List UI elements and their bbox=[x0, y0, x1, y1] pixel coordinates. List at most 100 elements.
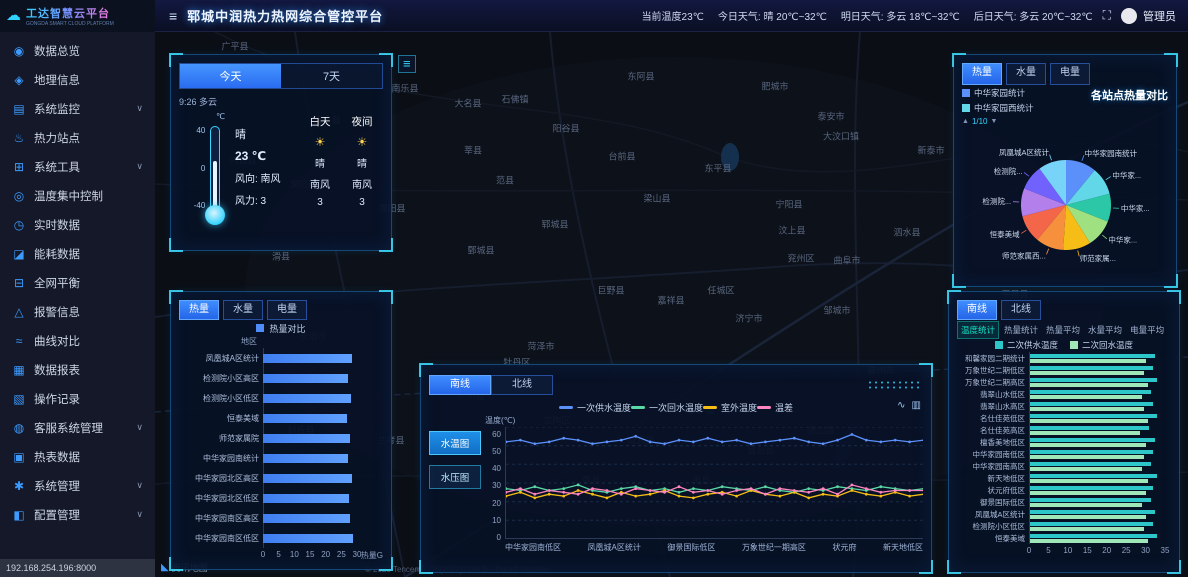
pie-tab-0[interactable]: 热量 bbox=[962, 63, 1002, 85]
pager-up-icon[interactable]: ▲ bbox=[962, 118, 969, 125]
sunny-night-icon: ☀ bbox=[357, 135, 368, 149]
axis-tick: 25 bbox=[1122, 546, 1131, 555]
svg-text:师范家属西...: 师范家属西... bbox=[1002, 251, 1046, 261]
sidebar-item-customer-service[interactable]: ◍客服系统管理∨ bbox=[0, 413, 155, 442]
heat-legend[interactable]: 热量对比 bbox=[179, 320, 383, 336]
weather-tabs: 今天7天 bbox=[179, 63, 383, 89]
axis-tick: 0 bbox=[261, 550, 265, 559]
right-tab-0[interactable]: 南线 bbox=[957, 300, 997, 320]
user-name[interactable]: 管理员 bbox=[1143, 8, 1176, 24]
system-admin-icon: ✱ bbox=[12, 479, 26, 493]
sidebar-item-config-admin[interactable]: ◧配置管理∨ bbox=[0, 500, 155, 529]
chevron-down-icon: ∨ bbox=[136, 422, 143, 433]
legend-item[interactable]: 中华家园西统计 bbox=[962, 102, 1034, 114]
weather-tab-1[interactable]: 7天 bbox=[281, 64, 382, 88]
heat-tab-0[interactable]: 热量 bbox=[179, 300, 219, 320]
map-place-label: 巨野县 bbox=[597, 284, 624, 297]
wind-power: 风力: 3 bbox=[235, 192, 299, 207]
legend-item[interactable]: 温差 bbox=[757, 401, 793, 414]
map-logo-icon: ◣ bbox=[161, 562, 169, 573]
night-column: 夜间 ☀ 晴 南风 3 bbox=[341, 112, 383, 232]
pie-legend: 中华家园统计中华家园西统计 ▲1/10▼ bbox=[962, 87, 1034, 129]
legend-item[interactable]: 一次回水温度 bbox=[631, 401, 703, 414]
sidebar-item-system-tools[interactable]: ⊞系统工具∨ bbox=[0, 152, 155, 181]
line-chart-body: 水温图 水压图 温度(℃) 6050403020100 中华家园南低区凤凰城A区… bbox=[429, 415, 923, 553]
curve-compare-icon: ≈ bbox=[12, 334, 26, 348]
x-axis-labels: 中华家园南低区凤凰城A区统计御景国际低区万象世纪一期高区状元府新天地低区 bbox=[505, 539, 923, 553]
sidebar-item-heat-station[interactable]: ♨热力站点 bbox=[0, 123, 155, 152]
sidebar-item-operation-log[interactable]: ▧操作记录 bbox=[0, 384, 155, 413]
heat-meter-icon: ▣ bbox=[12, 450, 26, 464]
temp-bar bbox=[1029, 467, 1142, 471]
geo-info-icon: ◈ bbox=[12, 73, 26, 87]
temp-bar-row: 状元府低区 bbox=[957, 484, 1165, 496]
weather-tab-0[interactable]: 今天 bbox=[180, 64, 281, 88]
sidebar-item-heat-meter[interactable]: ▣热表数据 bbox=[0, 442, 155, 471]
sidebar: ◉数据总览◈地理信息▤系统监控∨♨热力站点⊞系统工具∨◎温度集中控制◷实时数据◪… bbox=[0, 32, 155, 577]
heat-bar-chart: 凤凰城A区统计检测院小区高区检测院小区低区恒泰美域师范家属院中华家园南统计中华家… bbox=[179, 348, 383, 548]
right-subtab-0[interactable]: 温度统计 bbox=[957, 321, 999, 339]
legend-item[interactable]: 一次供水温度 bbox=[559, 401, 631, 414]
sidebar-item-curve-compare[interactable]: ≈曲线对比 bbox=[0, 326, 155, 355]
water-pressure-button[interactable]: 水压图 bbox=[429, 465, 481, 489]
line-chart-toggle-icon[interactable]: ∿ bbox=[897, 400, 905, 411]
dashboard-root: 广平县大名县石佛镇南乐县清丰县内黄县濮阳市濮阳县范县莘县阳谷县东阿县台前县梁山县… bbox=[0, 0, 1188, 577]
right-subtab-2[interactable]: 热量平均 bbox=[1043, 322, 1083, 338]
line-tab-1[interactable]: 北线 bbox=[491, 375, 553, 395]
pager-down-icon[interactable]: ▼ bbox=[991, 118, 998, 125]
bar-chart-toggle-icon[interactable]: ▥ bbox=[912, 400, 921, 411]
panel-collapse-icon[interactable]: ≡ bbox=[398, 55, 416, 73]
wind-direction: 风向: 南风 bbox=[235, 170, 299, 185]
map-place-label: 鄄城县 bbox=[467, 244, 494, 257]
map-place-label: 新泰市 bbox=[917, 144, 944, 157]
pie-tab-1[interactable]: 水量 bbox=[1006, 63, 1046, 85]
right-subtab-3[interactable]: 水量平均 bbox=[1085, 322, 1125, 338]
sidebar-item-temp-control[interactable]: ◎温度集中控制 bbox=[0, 181, 155, 210]
water-temp-button[interactable]: 水温图 bbox=[429, 431, 481, 455]
legend-item[interactable]: 二次回水温度 bbox=[1070, 339, 1133, 351]
weather-summary: 当前温度23℃ 今日天气: 晴 20℃~32℃ 明日天气: 多云 18℃~32℃… bbox=[642, 8, 1093, 23]
heat-tab-1[interactable]: 水量 bbox=[223, 300, 263, 320]
legend-pager[interactable]: ▲1/10▼ bbox=[962, 117, 1034, 126]
sidebar-item-data-overview[interactable]: ◉数据总览 bbox=[0, 36, 155, 65]
axis-tick: 0 bbox=[1027, 546, 1031, 555]
pie-chart: 中华家园南统计中华家...中华家...中华家...师范家属...师范家属西...… bbox=[962, 129, 1170, 277]
axis-tick: 20 bbox=[321, 550, 330, 559]
temp-bar bbox=[1029, 371, 1144, 375]
operation-log-icon: ▧ bbox=[12, 392, 26, 406]
sidebar-item-realtime-data[interactable]: ◷实时数据 bbox=[0, 210, 155, 239]
pie-header: 中华家园统计中华家园西统计▲1/10▼ 各站点热量对比 bbox=[962, 87, 1168, 129]
legend-item[interactable]: 中华家园统计 bbox=[962, 87, 1034, 99]
avatar[interactable] bbox=[1121, 8, 1137, 24]
sidebar-item-data-report[interactable]: ▦数据报表 bbox=[0, 355, 155, 384]
temp-bar bbox=[1029, 498, 1151, 502]
sidebar-item-alarm-info[interactable]: △报警信息 bbox=[0, 297, 155, 326]
right-tab-1[interactable]: 北线 bbox=[1001, 300, 1041, 320]
temp-bar bbox=[1029, 426, 1149, 430]
sidebar-item-geo-info[interactable]: ◈地理信息 bbox=[0, 65, 155, 94]
sidebar-item-energy-data[interactable]: ◪能耗数据 bbox=[0, 239, 155, 268]
line-tab-0[interactable]: 南线 bbox=[429, 375, 491, 395]
legend-item[interactable]: 室外温度 bbox=[703, 401, 757, 414]
weather-body: ℃ 40 0 -40 晴 23 ℃ 风向: 南风 风力: 3 白天 bbox=[179, 112, 383, 232]
legend-item[interactable]: 二次供水温度 bbox=[995, 339, 1058, 351]
temp-bar-row: 新天地低区 bbox=[957, 472, 1165, 484]
sidebar-item-system-admin[interactable]: ✱系统管理∨ bbox=[0, 471, 155, 500]
thermometer-fill bbox=[213, 161, 217, 209]
heat-tab-2[interactable]: 电量 bbox=[267, 300, 307, 320]
chart-mode-buttons: 水温图 水压图 bbox=[429, 415, 481, 553]
right-subtab-4[interactable]: 电量平均 bbox=[1127, 322, 1167, 338]
pie-tab-2[interactable]: 电量 bbox=[1050, 63, 1090, 85]
right-subtab-1[interactable]: 热量统计 bbox=[1001, 322, 1041, 338]
temp-bar bbox=[1029, 443, 1146, 447]
fullscreen-icon[interactable]: ⛶ bbox=[1103, 8, 1111, 23]
heat-bar bbox=[263, 494, 349, 503]
sidebar-item-system-monitor[interactable]: ▤系统监控∨ bbox=[0, 94, 155, 123]
map-place-label: 兖州区 bbox=[787, 252, 814, 265]
menu-toggle-icon[interactable]: ≡ bbox=[169, 8, 177, 24]
heat-bar-row: 中华家园南区高区 bbox=[179, 508, 357, 528]
sidebar-item-network-balance[interactable]: ⊟全网平衡 bbox=[0, 268, 155, 297]
cloud-logo-icon: ☁ bbox=[6, 8, 21, 23]
heat-x-axis: 051015202530 热量G bbox=[179, 548, 383, 561]
heat-bar-row: 师范家属院 bbox=[179, 428, 357, 448]
